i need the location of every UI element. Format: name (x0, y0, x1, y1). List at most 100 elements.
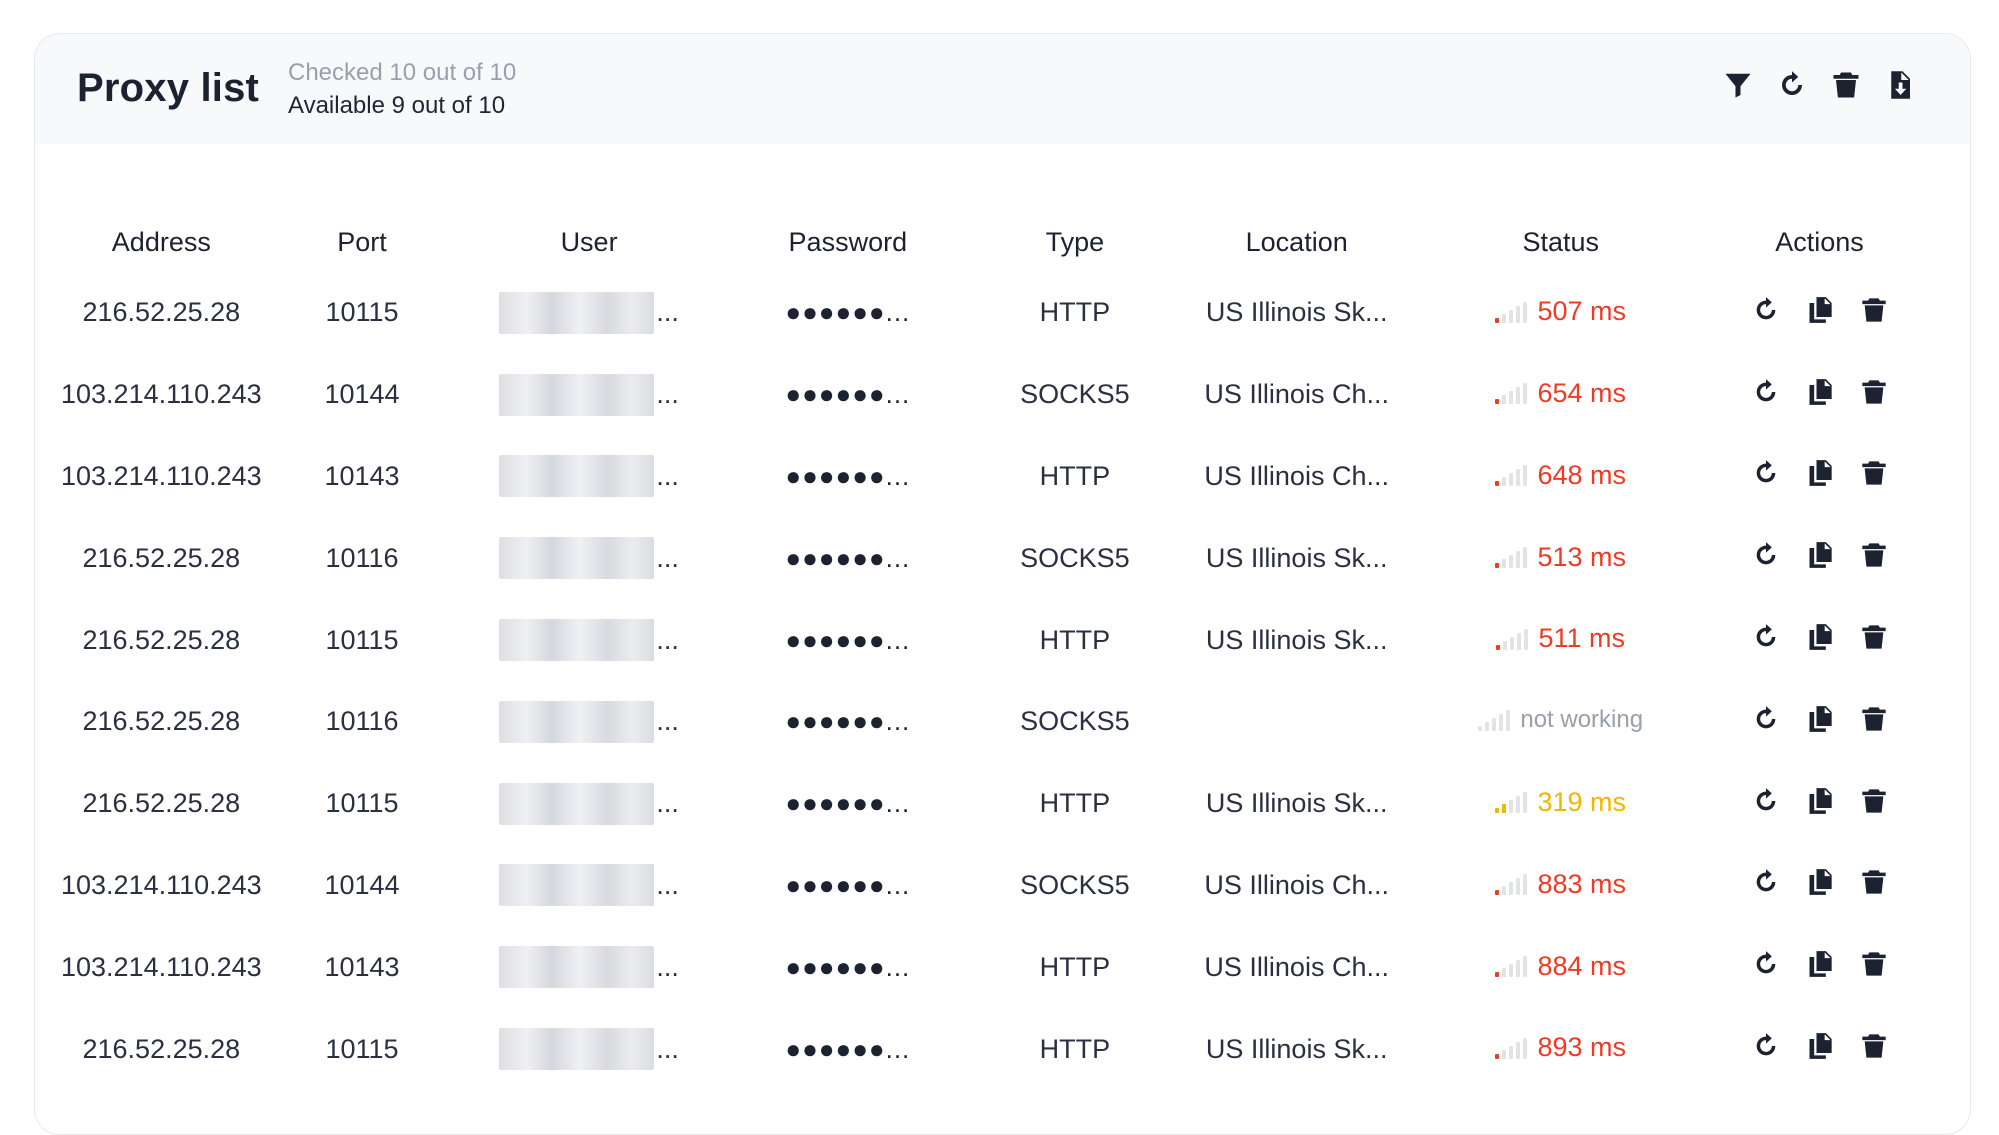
status-text: not working (1520, 705, 1644, 733)
cell-type: HTTP (1039, 788, 1111, 819)
delete-button[interactable] (1859, 704, 1889, 734)
cell-port: 10115 (325, 1033, 399, 1064)
cell-port: 10143 (324, 951, 400, 982)
cell-location: US Illinois Ch... (1204, 379, 1389, 410)
user-redacted (499, 782, 655, 825)
table-row: 103.214.110.243 10144 ... ●●●●●●... SOCK… (61, 845, 1941, 927)
recheck-button[interactable] (1751, 786, 1781, 816)
cell-actions (1698, 1008, 1941, 1090)
copy-button[interactable] (1805, 704, 1835, 734)
status-text: 507 ms (1537, 296, 1626, 327)
row-actions (1751, 622, 1889, 652)
cell-actions (1698, 763, 1941, 845)
status-badge: 319 ms (1495, 787, 1626, 818)
recheck-button[interactable] (1751, 949, 1781, 979)
card-header: Proxy list Checked 10 out of 10 Availabl… (35, 34, 1970, 144)
cell-user: ... (462, 763, 715, 845)
delete-button[interactable] (1859, 540, 1889, 570)
refresh-icon (1756, 1033, 1775, 1056)
status-badge: 883 ms (1495, 869, 1626, 900)
cell-actions (1698, 272, 1941, 354)
password-masked: ●●●●●●... (785, 788, 911, 819)
cell-actions (1698, 517, 1941, 599)
refresh-icon (1756, 787, 1775, 811)
trash-icon (1861, 870, 1886, 895)
delete-button[interactable] (1859, 295, 1889, 325)
copy-button[interactable] (1805, 540, 1835, 570)
password-masked: ●●●●●●... (785, 869, 911, 900)
trash-icon (1861, 707, 1886, 731)
recheck-button[interactable] (1751, 704, 1781, 734)
recheck-button[interactable] (1751, 622, 1781, 652)
trash-icon (1861, 625, 1886, 649)
delete-button[interactable] (1859, 786, 1889, 816)
row-actions (1751, 458, 1889, 488)
recheck-button[interactable] (1751, 377, 1781, 407)
user-redacted (499, 537, 655, 580)
delete-button[interactable] (1859, 867, 1889, 897)
status-text: 883 ms (1537, 868, 1626, 899)
row-actions (1751, 949, 1889, 979)
delete-button[interactable] (1859, 622, 1889, 652)
recheck-button[interactable] (1751, 458, 1781, 488)
copy-icon (1809, 951, 1832, 978)
copy-icon (1809, 1033, 1832, 1059)
user-redacted (499, 700, 655, 743)
delete-all-button[interactable] (1830, 68, 1862, 102)
password-masked: ●●●●●●... (785, 951, 911, 982)
delete-button[interactable] (1859, 458, 1889, 488)
recheck-button[interactable] (1751, 1031, 1781, 1061)
user-redacted (499, 619, 655, 662)
copy-icon (1809, 378, 1832, 405)
refresh-icon (1756, 378, 1775, 402)
copy-button[interactable] (1805, 622, 1835, 652)
cell-actions (1698, 436, 1941, 518)
export-button[interactable] (1884, 68, 1916, 102)
delete-button[interactable] (1859, 377, 1889, 407)
copy-button[interactable] (1805, 1031, 1835, 1061)
delete-button[interactable] (1859, 1031, 1889, 1061)
col-address: Address (111, 226, 211, 257)
cell-type: SOCKS5 (1020, 869, 1130, 900)
filter-button[interactable] (1722, 68, 1754, 102)
copy-button[interactable] (1805, 786, 1835, 816)
copy-icon (1809, 706, 1832, 732)
cell-address: 103.214.110.243 (61, 379, 262, 410)
cell-password: ●●●●●●... (716, 354, 980, 436)
cell-location: US Illinois Sk... (1205, 1033, 1388, 1064)
cell-location: US Illinois Ch... (1204, 951, 1389, 982)
table-row: 216.52.25.28 10115 ... ●●●●●●... HTTP US… (61, 763, 1941, 845)
cell-status: 319 ms (1423, 763, 1698, 845)
cell-location: US Illinois Sk... (1205, 624, 1388, 655)
copy-button[interactable] (1805, 867, 1835, 897)
available-count: Available 9 out of 10 (288, 92, 506, 119)
recheck-button[interactable] (1751, 540, 1781, 570)
refresh-all-button[interactable] (1776, 68, 1808, 102)
signal-strength-icon (1495, 382, 1528, 405)
signal-strength-icon (1495, 301, 1528, 323)
delete-button[interactable] (1859, 949, 1889, 979)
copy-icon (1809, 297, 1832, 323)
cell-type: SOCKS5 (1020, 542, 1130, 573)
cell-user: ... (462, 354, 715, 436)
cell-status: 511 ms (1423, 599, 1698, 681)
recheck-button[interactable] (1751, 295, 1781, 325)
user-ellipsis: ... (656, 869, 679, 900)
status-text: 648 ms (1537, 459, 1626, 490)
table-row: 216.52.25.28 10115 ... ●●●●●●... HTTP US… (61, 599, 1941, 681)
cell-address: 216.52.25.28 (82, 788, 241, 819)
user-ellipsis: ... (656, 379, 679, 410)
copy-button[interactable] (1805, 377, 1835, 407)
password-masked: ●●●●●●... (785, 297, 911, 328)
refresh-icon (1756, 951, 1775, 974)
recheck-button[interactable] (1751, 867, 1781, 897)
status-text: 884 ms (1537, 950, 1626, 981)
cell-password: ●●●●●●... (716, 1008, 980, 1090)
page-title: Proxy list (77, 66, 260, 110)
copy-icon (1809, 460, 1832, 487)
trash-icon (1833, 72, 1859, 98)
copy-button[interactable] (1805, 295, 1835, 325)
copy-button[interactable] (1805, 949, 1835, 979)
copy-button[interactable] (1805, 458, 1835, 488)
trash-icon (1861, 380, 1886, 404)
